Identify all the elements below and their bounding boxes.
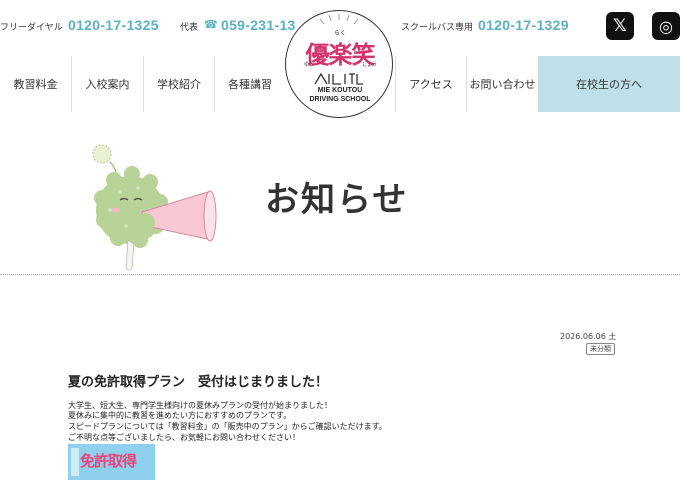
logo-kanji: 優楽笑 xyxy=(305,41,376,69)
bus-phone-number[interactable]: 0120-17-1329 xyxy=(478,17,569,33)
freedial-number[interactable]: 0120-17-1325 xyxy=(68,17,159,33)
logo-ruby-right: しょう xyxy=(362,62,378,68)
nav-item-contact[interactable]: お問い合わせ xyxy=(466,56,538,112)
page-title: お知らせ xyxy=(265,180,409,220)
logo-line2: DRIVING SCHOOL xyxy=(309,96,371,103)
current-students-button[interactable]: 在校生の方へ xyxy=(538,56,680,112)
banner-text: 免許取得 xyxy=(80,452,137,470)
post-body-line: ご不明な点等ございましたら、お気軽にお問い合わせください！ xyxy=(68,433,300,442)
nav-item-admission[interactable]: 入校案内 xyxy=(71,56,143,112)
summer-plan-banner[interactable]: 免許取得 xyxy=(68,444,155,480)
logo-ruby-left: ゆう xyxy=(304,62,315,68)
post-title[interactable]: 夏の免許取得プラン 受付はじまりました！ xyxy=(68,371,328,390)
section-divider xyxy=(0,274,680,275)
nav-item-courses[interactable]: 各種講習 xyxy=(214,56,285,112)
mascot-megaphone-illustration xyxy=(92,144,217,271)
x-social-icon[interactable]: 𝕏 xyxy=(606,12,634,40)
school-logo[interactable]: らく 優楽笑 ゆう しょう MIE KOUTOU DRIVING SCHOOL xyxy=(285,10,393,118)
post-body-line: スピードプランについては「教習料金」の「販売中のプラン」からご確認いただけます。 xyxy=(68,422,387,431)
post-body-line: 夏休みに集中的に教習を進めたい方におすすめのプランです。 xyxy=(68,411,292,420)
phone-icon: ☎ xyxy=(204,18,218,31)
post-date: 2026.06.06 土 xyxy=(560,332,617,341)
banner-decoration xyxy=(71,448,79,476)
bus-label: スクールバス専用 xyxy=(401,23,474,33)
main-phone-label: 代表 xyxy=(180,23,199,33)
freedial-label: フリーダイヤル xyxy=(0,23,63,33)
instagram-icon[interactable]: ◎ xyxy=(652,12,680,40)
nav-item-fees[interactable]: 教習料金 xyxy=(0,56,71,112)
nav-item-access[interactable]: アクセス xyxy=(395,56,466,112)
category-badge[interactable]: 未分類 xyxy=(586,343,615,355)
nav-item-about[interactable]: 学校紹介 xyxy=(143,56,214,112)
logo-line1: MIE KOUTOU xyxy=(317,87,363,94)
